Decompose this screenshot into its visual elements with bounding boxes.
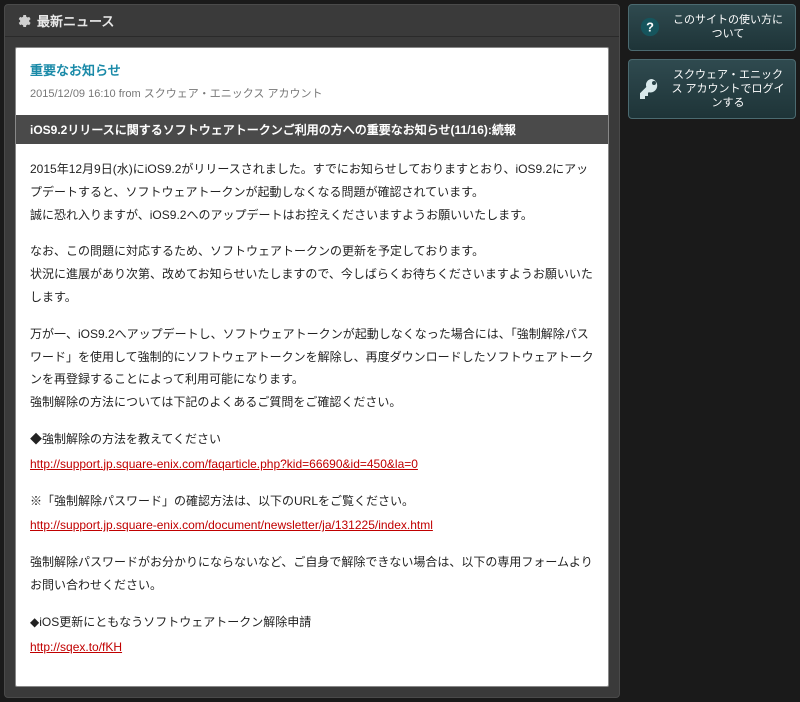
faq-link[interactable]: http://support.jp.square-enix.com/faqart… xyxy=(30,453,418,476)
panel-body: 重要なお知らせ 2015/12/09 16:10 from スクウェア・エニック… xyxy=(5,37,619,697)
svg-text:?: ? xyxy=(646,20,654,35)
article-meta: 重要なお知らせ 2015/12/09 16:10 from スクウェア・エニック… xyxy=(16,48,608,109)
article-title-link[interactable]: 重要なお知らせ xyxy=(30,63,121,78)
article-card: 重要なお知らせ 2015/12/09 16:10 from スクウェア・エニック… xyxy=(15,47,609,687)
article-paragraph: ※「強制解除パスワード」の確認方法は、以下のURLをご覧ください。 xyxy=(30,490,594,513)
article-banner: iOS9.2リリースに関するソフトウェアトークンご利用の方への重要なお知らせ(1… xyxy=(16,115,608,144)
panel-header: 最新ニュース xyxy=(5,5,619,37)
section-heading: ◆強制解除の方法を教えてください xyxy=(30,428,594,451)
article-paragraph: 2015年12月9日(水)にiOS9.2がリリースされました。すでにお知らせして… xyxy=(30,158,594,226)
help-button[interactable]: ? このサイトの使い方について xyxy=(628,4,796,51)
panel-title: 最新ニュース xyxy=(37,11,114,30)
article-paragraph: 万が一、iOS9.2へアップデートし、ソフトウェアトークンが起動しなくなった場合… xyxy=(30,323,594,414)
section-heading: ◆iOS更新にともなうソフトウェアトークン解除申請 xyxy=(30,611,594,634)
newsletter-link[interactable]: http://support.jp.square-enix.com/docume… xyxy=(30,514,433,537)
article-date: 2015/12/09 16:10 from スクウェア・エニックス アカウント xyxy=(30,85,594,101)
gear-icon xyxy=(15,13,31,29)
article-content: 2015年12月9日(水)にiOS9.2がリリースされました。すでにお知らせして… xyxy=(16,144,608,672)
help-button-label: このサイトの使い方について xyxy=(669,13,787,42)
news-panel: 最新ニュース 重要なお知らせ 2015/12/09 16:10 from スクウ… xyxy=(4,4,620,698)
key-icon xyxy=(637,76,663,102)
question-icon: ? xyxy=(637,14,663,40)
article-paragraph: なお、この問題に対応するため、ソフトウェアトークンの更新を予定しております。状況… xyxy=(30,240,594,308)
login-button-label: スクウェア・エニックス アカウントでログインする xyxy=(669,68,787,111)
login-button[interactable]: スクウェア・エニックス アカウントでログインする xyxy=(628,59,796,120)
form-link[interactable]: http://sqex.to/fKH xyxy=(30,636,122,659)
sidebar: ? このサイトの使い方について スクウェア・エニックス アカウントでログインする xyxy=(628,4,796,698)
article-paragraph: 強制解除パスワードがお分かりにならないなど、ご自身で解除できない場合は、以下の専… xyxy=(30,551,594,597)
